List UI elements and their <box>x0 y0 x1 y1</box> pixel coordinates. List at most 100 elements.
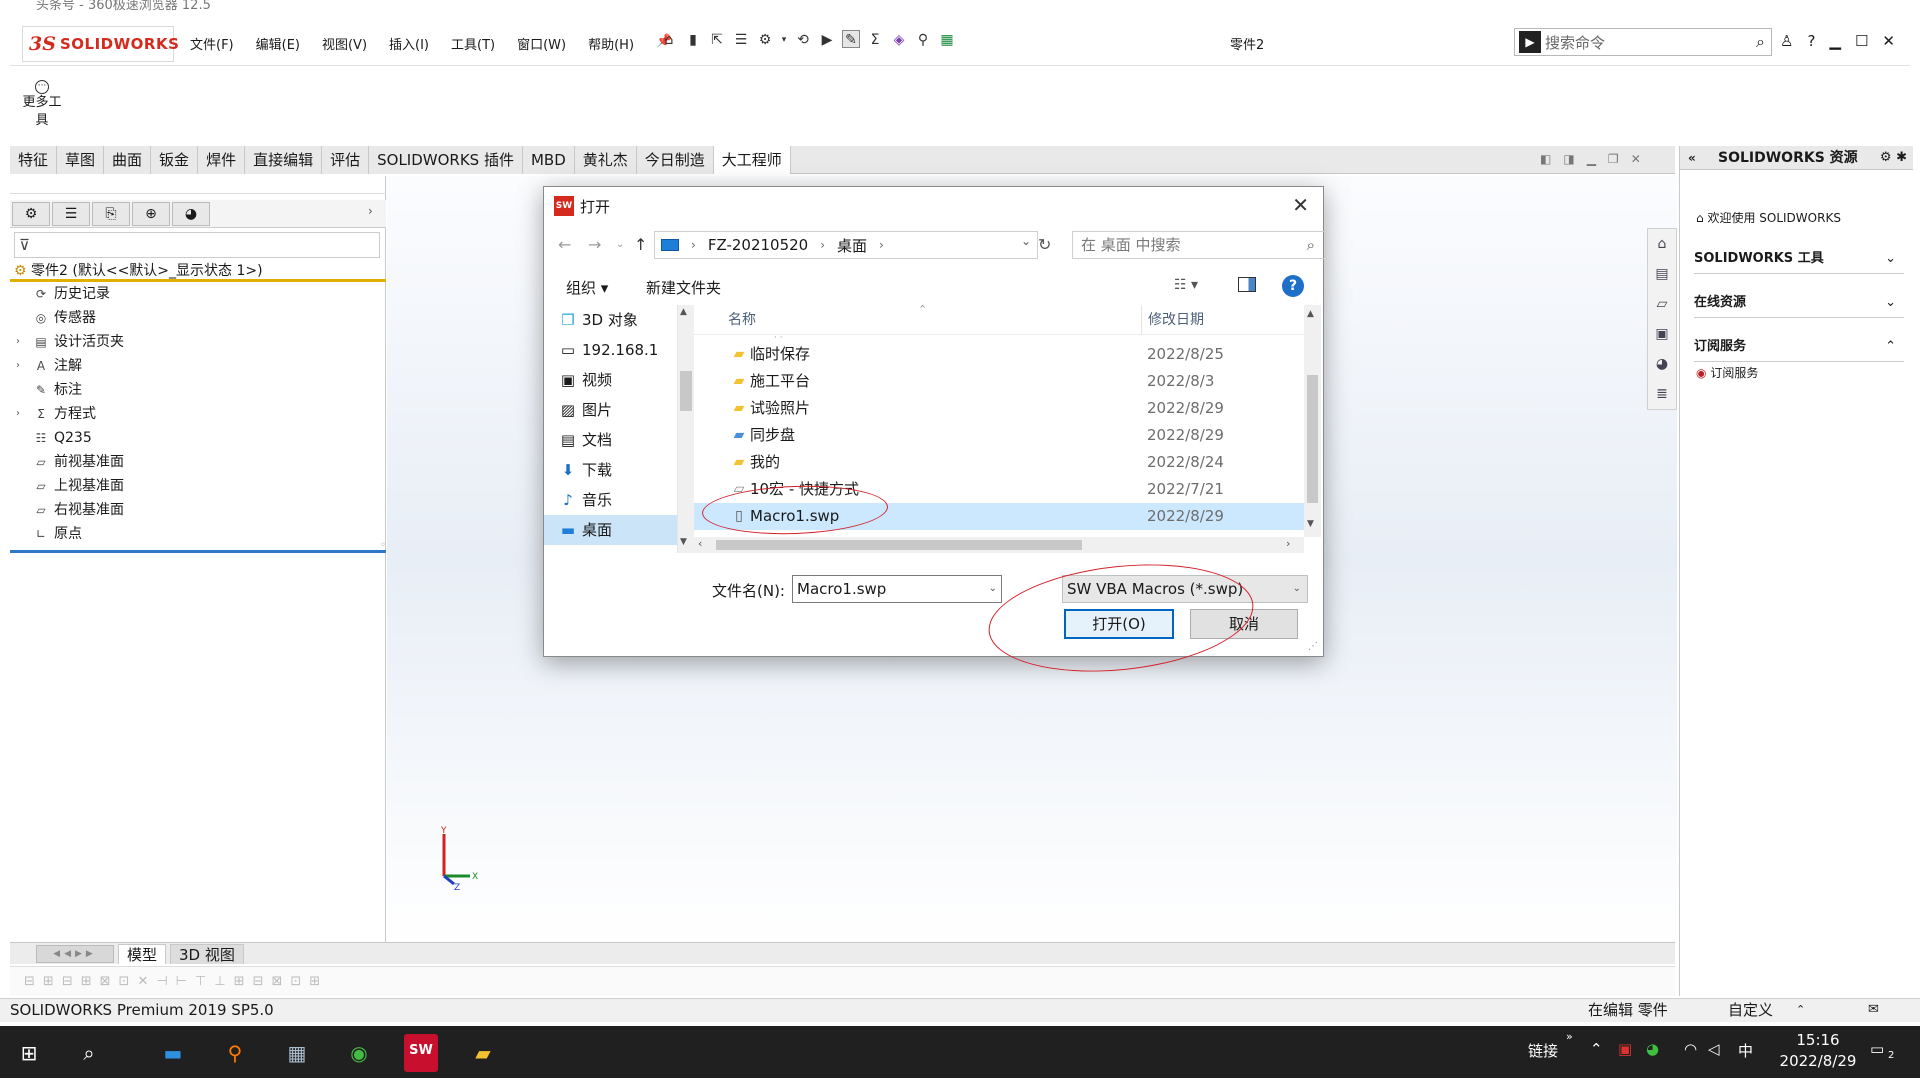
nav-item[interactable]: ❒ 3D 对象 <box>544 305 677 335</box>
column-name[interactable]: 名称 <box>728 305 756 335</box>
address-bar[interactable]: › FZ-20210520 › 桌面 › ⌄ <box>654 231 1038 259</box>
expand-icon[interactable]: › <box>16 330 20 354</box>
clock-date[interactable]: 2022/8/29 <box>1770 1052 1866 1070</box>
sigma-icon[interactable]: Σ <box>866 30 884 48</box>
maximize-icon[interactable]: ☐ <box>1855 32 1868 50</box>
preview-pane-icon[interactable] <box>1238 277 1256 292</box>
search-app-icon[interactable]: ⚲ <box>218 1036 252 1070</box>
scroll-right-icon[interactable]: › <box>1286 537 1290 550</box>
align-tool-icon[interactable]: ⊠ <box>100 974 111 989</box>
resize-grip-icon[interactable]: ⋰ <box>1308 641 1318 652</box>
macro-edit-icon[interactable]: ✎ <box>842 30 860 48</box>
play-icon[interactable]: ▶ <box>818 30 836 48</box>
tray-chevron-icon[interactable]: ⌃ <box>1590 1040 1603 1058</box>
welcome-link[interactable]: ⌂ 欢迎使用 SOLIDWORKS <box>1696 206 1904 230</box>
forward-icon[interactable]: → <box>588 235 601 254</box>
tile-right-icon[interactable]: ◨ <box>1563 152 1574 166</box>
command-search[interactable]: ▶ 搜索命令 ⌕ <box>1514 28 1772 56</box>
tree-root[interactable]: ⚙ 零件2 (默认<<默认>_显示状态 1>) <box>10 260 386 282</box>
wifi-icon[interactable]: ◠ <box>1684 1040 1697 1058</box>
expand-icon[interactable]: › <box>16 354 20 378</box>
solidworks-taskbar-icon[interactable]: SW <box>404 1034 438 1072</box>
chevron-down-icon[interactable]: ▾ <box>780 30 788 48</box>
help-icon[interactable]: ? <box>1282 275 1304 297</box>
scroll-down-icon[interactable]: ▼ <box>1307 519 1314 529</box>
nav-item[interactable]: ▬ 桌面 <box>544 515 677 545</box>
tab-engineer[interactable]: 大工程师 <box>713 146 791 174</box>
section-subscription[interactable]: 订阅服务 ⌃ <box>1694 332 1904 362</box>
appearance-icon[interactable]: ◈ <box>890 30 908 48</box>
menu-insert[interactable]: 插入(I) <box>389 34 429 53</box>
file-row[interactable]: ▰ 临时保存 2022/8/25 <box>694 341 1304 368</box>
align-tool-icon[interactable]: ⊟ <box>253 974 264 989</box>
align-tool-icon[interactable]: ⊠ <box>271 974 282 989</box>
tree-item[interactable]: ▱ 前视基准面 <box>10 450 386 474</box>
home-icon[interactable]: ⌂ <box>1648 229 1676 259</box>
align-tool-icon[interactable]: ⊞ <box>234 974 245 989</box>
nav-item[interactable]: ▤ 文档 <box>544 425 677 455</box>
wizard-icon[interactable]: ⚲ <box>914 30 932 48</box>
align-tool-icon[interactable]: ✕ <box>137 974 148 989</box>
tab-weldments[interactable]: 焊件 <box>198 146 246 174</box>
nav-item[interactable]: ▣ 视频 <box>544 365 677 395</box>
scroll-thumb[interactable] <box>680 371 692 411</box>
breadcrumb-desktop[interactable]: 桌面 <box>837 235 867 256</box>
dialog-search-input[interactable]: 在 桌面 中搜索 ⌕ <box>1072 231 1326 259</box>
rollback-bar[interactable] <box>10 550 386 553</box>
tree-filter[interactable]: ⊽ <box>14 232 380 258</box>
display-tab-icon[interactable]: ◕ <box>172 202 210 226</box>
organize-button[interactable]: 组织 ▾ <box>566 277 608 298</box>
browser-icon[interactable]: ◉ <box>342 1036 376 1070</box>
file-row[interactable]: ▯ Macro1.swp 2022/8/29 <box>694 503 1304 530</box>
dimxpert-tab-icon[interactable]: ⊕ <box>132 202 170 226</box>
tree-item[interactable]: ∟ 原点 <box>10 522 386 546</box>
align-tool-icon[interactable]: ⊟ <box>62 974 73 989</box>
app-tray-icon[interactable]: ▣ <box>1618 1040 1632 1058</box>
solidworks-logo[interactable]: 3S SOLIDWORKS <box>22 26 179 62</box>
horizontal-scrollbar[interactable]: ‹ › <box>694 537 1304 553</box>
navigation-scrollbar[interactable]: ▲ ▼ <box>678 305 694 553</box>
help-icon[interactable]: ? <box>1807 32 1815 50</box>
spreadsheet-icon[interactable]: ▦ <box>938 30 956 48</box>
recent-locations-icon[interactable]: ⌄ <box>616 239 624 250</box>
ime-indicator[interactable]: 中 <box>1738 1040 1753 1061</box>
panel-top-handle[interactable] <box>10 176 386 194</box>
configuration-tab-icon[interactable]: ⎘ <box>92 202 130 226</box>
chevron-right-icon[interactable]: › <box>879 238 884 252</box>
more-tools-button[interactable]: ··· 更多工具 <box>18 76 66 130</box>
menu-edit[interactable]: 编辑(E) <box>256 34 300 53</box>
chevron-right-icon[interactable]: › <box>368 204 373 218</box>
view-palette-icon[interactable]: ▣ <box>1648 319 1676 349</box>
align-tool-icon[interactable]: ⊥ <box>214 974 225 989</box>
search-icon[interactable]: ⌕ <box>1756 32 1765 52</box>
file-row[interactable]: ▱ 10宏 - 快捷方式 2022/7/21 <box>694 476 1304 503</box>
feature-tree-tab-icon[interactable]: ⚙ <box>12 202 50 226</box>
traffic-light-icon[interactable]: ▮ <box>684 30 702 48</box>
tree-item[interactable]: › ▤ 设计活页夹 <box>10 330 386 354</box>
clock-time[interactable]: 15:16 <box>1786 1031 1850 1049</box>
align-tool-icon[interactable]: ⊤ <box>195 974 206 989</box>
home-icon[interactable]: ⌂ <box>660 30 678 48</box>
scroll-up-icon[interactable]: ▲ <box>1307 309 1314 319</box>
close-icon[interactable]: ✕ <box>1631 152 1641 166</box>
message-icon[interactable]: ✉ <box>1868 999 1879 1021</box>
gear-pin-icons[interactable]: ⚙ ✱ <box>1880 146 1907 170</box>
user-icon[interactable]: ♙ <box>1780 32 1793 50</box>
back-icon[interactable]: ← <box>558 235 571 254</box>
new-folder-button[interactable]: 新建文件夹 <box>646 277 721 298</box>
align-tool-icon[interactable]: ⊡ <box>290 974 301 989</box>
options-list-icon[interactable]: ☰ <box>732 30 750 48</box>
file-row[interactable]: ▰ 同步盘 2022/8/29 <box>694 422 1304 449</box>
align-tool-icon[interactable]: ⊡ <box>119 974 130 989</box>
tab-evaluate[interactable]: 评估 <box>322 146 370 174</box>
nav-item[interactable]: ▭ 192.168.1 <box>544 335 677 365</box>
minimize-icon[interactable]: ▁ <box>1587 152 1596 166</box>
open-button[interactable]: 打开(O) <box>1064 609 1174 639</box>
links-toolbar[interactable]: 链接 <box>1528 1040 1558 1061</box>
nav-item[interactable]: ♪ 音乐 <box>544 485 677 515</box>
monitor-app-icon[interactable]: ▬ <box>156 1036 190 1070</box>
collapse-icon[interactable]: « <box>1688 146 1696 170</box>
section-sw-tools[interactable]: SOLIDWORKS 工具 ⌄ <box>1694 244 1904 274</box>
menu-file[interactable]: 文件(F) <box>190 34 234 53</box>
file-explorer-icon[interactable]: ▱ <box>1648 289 1676 319</box>
